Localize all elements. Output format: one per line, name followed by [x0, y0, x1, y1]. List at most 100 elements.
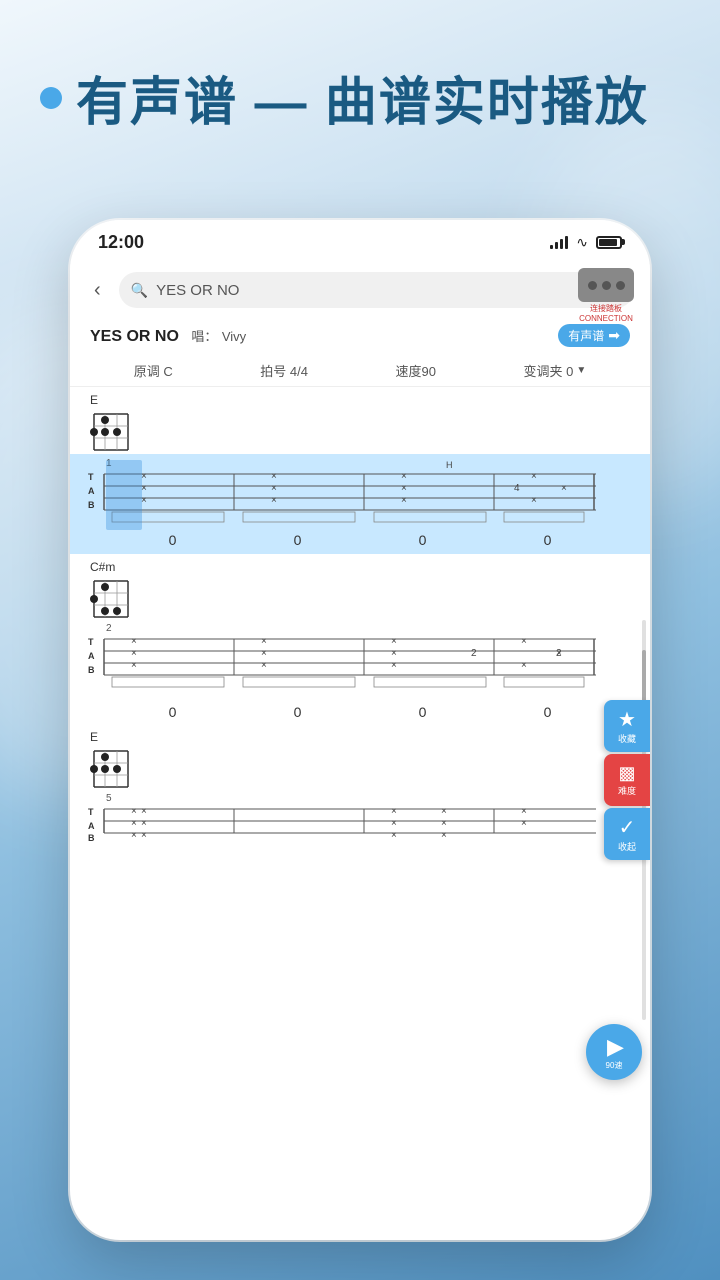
play-button[interactable]: ▶ 90速	[586, 1024, 642, 1080]
svg-text:×: ×	[441, 806, 447, 817]
song-meta-row: 原调 C 拍号 4/4 速度90 变调夹 0 ▼	[70, 355, 650, 387]
svg-text:×: ×	[271, 495, 277, 506]
svg-text:×: ×	[561, 483, 567, 494]
chord-e-diagram	[90, 410, 132, 454]
play-speed-label: 90速	[606, 1060, 623, 1071]
tab-section-2: 2 T A B × × ×	[70, 621, 650, 724]
tab-inner-2: 2 T A B × × ×	[86, 625, 634, 702]
bookmark-label: 收藏	[618, 732, 636, 745]
chord-e2-diagram	[90, 747, 132, 791]
meta-capo-dropdown[interactable]: 变调夹 0 ▼	[523, 361, 586, 380]
svg-text:×: ×	[131, 818, 137, 829]
svg-text:B: B	[88, 665, 95, 675]
svg-text:T: T	[88, 472, 94, 482]
search-bar[interactable]: 🔍 YES OR NO ✕	[119, 272, 634, 308]
meta-key: 原调 C	[134, 361, 173, 380]
svg-text:×: ×	[271, 483, 277, 494]
battery-fill	[599, 239, 617, 246]
svg-text:×: ×	[401, 483, 407, 494]
svg-text:×: ×	[131, 660, 137, 671]
tab-svg-3: T A B × × × × × × ×	[86, 795, 606, 845]
search-connection-area: ‹ 🔍 YES OR NO ✕ 连接踏板 CONNECTION	[70, 264, 650, 316]
section-1: E 1	[70, 387, 650, 554]
difficulty-label: 难度	[618, 784, 636, 797]
signal-bar-3	[560, 239, 563, 249]
voiced-badge[interactable]: 有声谱 ➡	[558, 324, 630, 347]
song-info-row: YES OR NO 唱： Vivy 有声谱 ➡	[70, 316, 650, 355]
battery-icon	[596, 236, 622, 249]
svg-text:×: ×	[141, 830, 147, 841]
signal-bar-1	[550, 245, 553, 249]
svg-text:×: ×	[391, 648, 397, 659]
svg-text:2: 2	[471, 648, 477, 659]
svg-text:×: ×	[401, 471, 407, 482]
connection-board[interactable]	[578, 268, 634, 302]
chord-cm-diagram	[90, 577, 132, 621]
chord-cm-diagram-container: C#m	[70, 554, 650, 621]
status-icons: ∿	[550, 234, 622, 251]
section-2: C#m 2 T A	[70, 554, 650, 724]
svg-text:A: A	[88, 651, 95, 661]
phone-mockup: 12:00 ∿ ‹ 🔍 YES OR NO ✕	[70, 220, 650, 1240]
chevron-down-icon: ✓	[619, 815, 636, 840]
search-icon: 🔍	[131, 282, 148, 299]
chord-e2-diagram-container: E	[70, 724, 650, 791]
svg-text:×: ×	[261, 648, 267, 659]
svg-text:×: ×	[401, 495, 407, 506]
meta-time: 拍号 4/4	[260, 361, 308, 380]
tab-section-3-partial: 5 T A B × × × × ×	[70, 791, 650, 850]
back-button[interactable]: ‹	[86, 275, 109, 306]
bar-number-2: 2	[106, 623, 112, 634]
svg-text:×: ×	[261, 660, 267, 671]
signal-bar-4	[565, 236, 568, 249]
svg-text:T: T	[88, 637, 94, 647]
svg-text:×: ×	[131, 806, 137, 817]
svg-text:×: ×	[521, 806, 527, 817]
collapse-button[interactable]: ✓ 收起	[604, 808, 650, 860]
svg-text:B: B	[88, 833, 95, 843]
star-icon: ★	[618, 707, 636, 732]
chord-e-label: E	[90, 393, 98, 407]
voiced-badge-label: 有声谱	[568, 327, 604, 344]
svg-text:×: ×	[441, 818, 447, 829]
svg-text:×: ×	[521, 636, 527, 647]
board-dot-2	[602, 281, 611, 290]
svg-text:B: B	[88, 500, 95, 510]
tab-inner-1: 1 T A B	[86, 460, 634, 530]
svg-text:×: ×	[531, 495, 537, 506]
tab-svg-2: T A B × × × ×	[86, 625, 606, 697]
singer-name: Vivy	[222, 329, 246, 344]
singer-label: 唱：	[191, 329, 217, 344]
tab-svg-1: T A B × × ×	[86, 460, 606, 525]
collapse-label: 收起	[618, 840, 636, 853]
play-icon: ▶	[607, 1034, 624, 1060]
difficulty-button[interactable]: ▩ 难度	[604, 754, 650, 806]
board-dot-1	[588, 281, 597, 290]
svg-text:×: ×	[391, 818, 397, 829]
svg-text:×: ×	[391, 660, 397, 671]
chart-icon: ▩	[618, 763, 635, 784]
svg-text:×: ×	[141, 806, 147, 817]
tab-numbers-2: 0 0 0 0	[70, 702, 650, 720]
svg-text:4: 4	[514, 483, 520, 494]
chord-cm-label: C#m	[90, 560, 115, 574]
section-3: E 5 T A B	[70, 724, 650, 850]
connection-panel: 连接踏板 CONNECTION	[578, 268, 634, 325]
board-dot-3	[616, 281, 625, 290]
chord-e-diagram-container: E	[70, 387, 650, 454]
search-row: ‹ 🔍 YES OR NO ✕	[70, 264, 650, 316]
header-title: 有声谱 — 曲谱实时播放	[76, 60, 649, 135]
signal-bar-2	[555, 242, 558, 249]
status-bar: 12:00 ∿	[70, 220, 650, 264]
chord-e2-label: E	[90, 730, 98, 744]
song-title: YES OR NO	[90, 328, 179, 345]
svg-text:×: ×	[131, 830, 137, 841]
svg-text:×: ×	[391, 806, 397, 817]
svg-text:H: H	[446, 460, 453, 470]
bookmark-button[interactable]: ★ 收藏	[604, 700, 650, 752]
tab-numbers-1: 0 0 0 0	[70, 530, 650, 548]
capo-dropdown-arrow: ▼	[576, 365, 586, 376]
meta-speed: 速度90	[395, 361, 435, 380]
page-header: 有声谱 — 曲谱实时播放	[40, 60, 649, 135]
blue-highlight-1	[106, 460, 142, 530]
